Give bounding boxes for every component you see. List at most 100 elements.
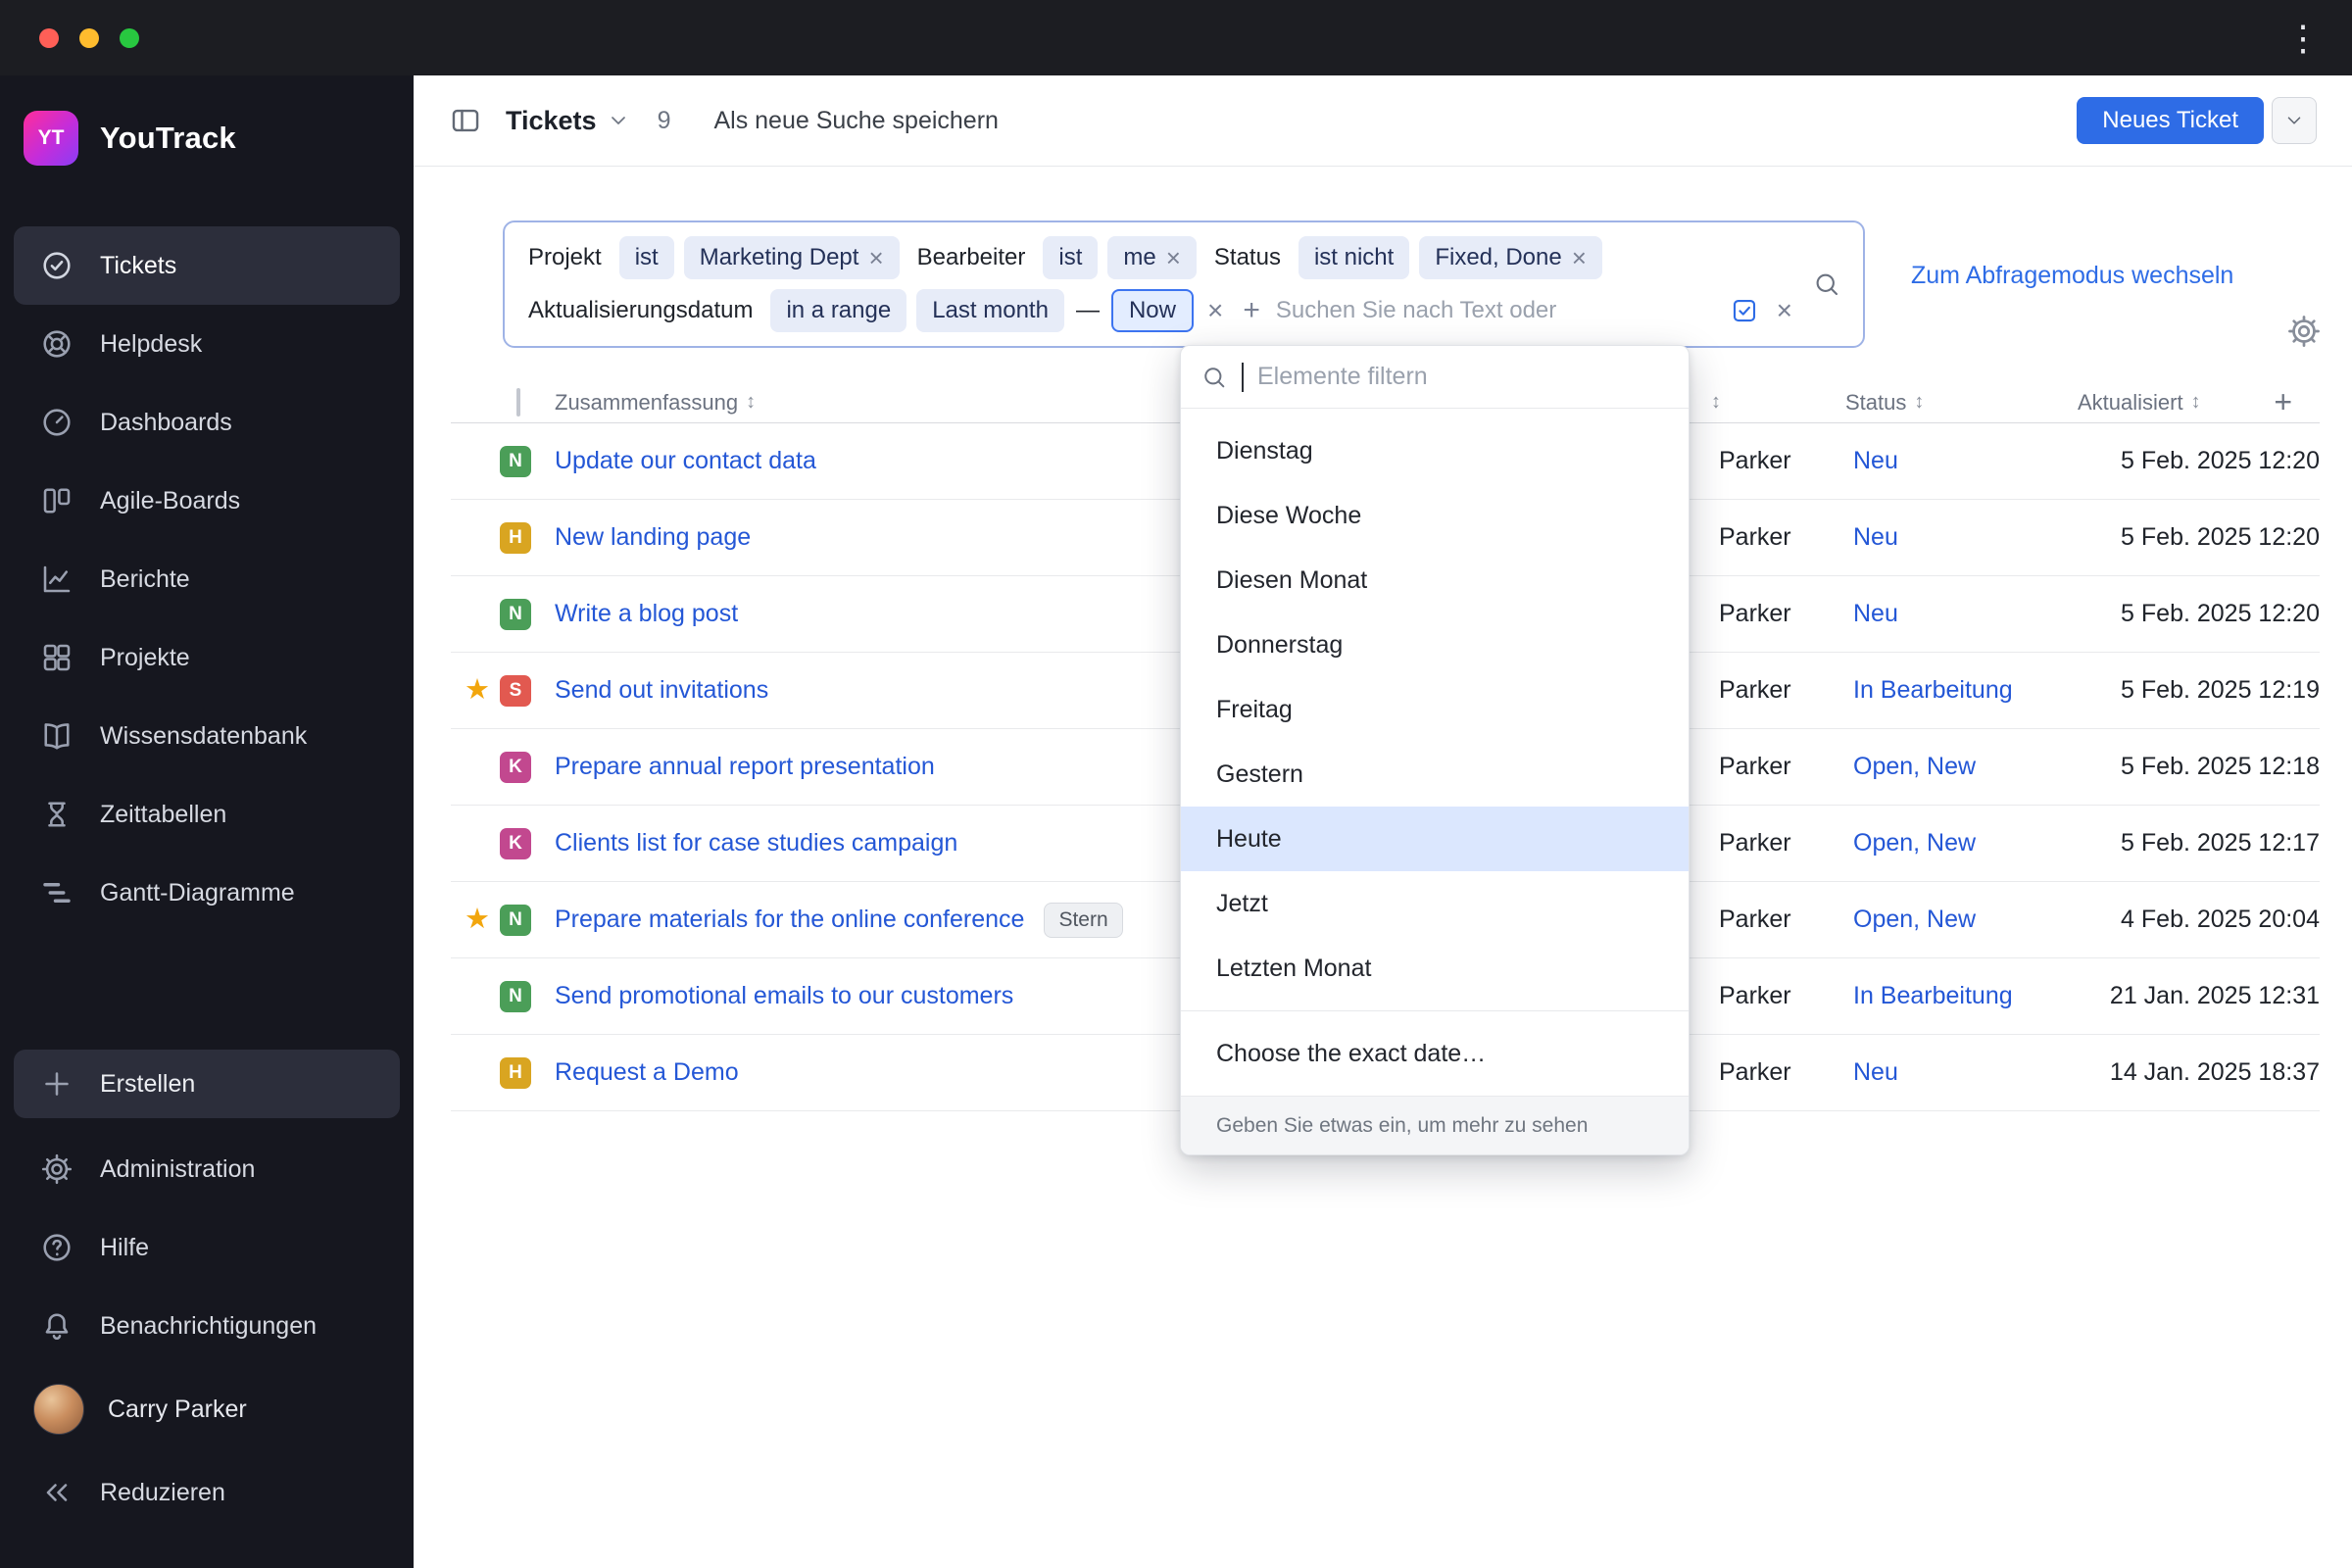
sidebar-item-dashboards[interactable]: Dashboards — [14, 383, 400, 462]
col-status[interactable]: Status — [1845, 390, 1906, 416]
dropdown-item[interactable]: Jetzt — [1181, 871, 1689, 936]
assignee[interactable]: Parker — [1711, 523, 1845, 552]
new-ticket-button[interactable]: Neues Ticket — [2077, 97, 2264, 144]
user-profile[interactable]: Carry Parker — [14, 1365, 400, 1453]
status-value[interactable]: Open, New — [1845, 829, 2078, 858]
star-icon[interactable]: ★ — [465, 676, 490, 705]
remove-token-icon[interactable]: × — [868, 245, 883, 270]
filter-range-from[interactable]: Last month — [916, 289, 1064, 332]
dropdown-item[interactable]: Donnerstag — [1181, 612, 1689, 677]
create-button[interactable]: Erstellen — [14, 1050, 400, 1118]
query-mode-link[interactable]: Zum Abfragemodus wechseln — [1911, 262, 2233, 290]
sidebar-item-berichte[interactable]: Berichte — [14, 540, 400, 618]
col-summary[interactable]: Zusammenfassung — [555, 390, 738, 416]
sort-icon[interactable]: ↕ — [1914, 391, 1924, 414]
filter-op[interactable]: ist nicht — [1298, 236, 1410, 279]
status-value[interactable]: Open, New — [1845, 753, 2078, 781]
apply-filter-icon[interactable] — [1730, 296, 1759, 325]
ticket-summary-link[interactable]: Clients list for case studies campaign — [555, 829, 957, 858]
sidebar-collapse[interactable]: Reduzieren — [14, 1453, 400, 1532]
sidebar-item-wissensdatenbank[interactable]: Wissensdatenbank — [14, 697, 400, 775]
sort-icon[interactable]: ↕ — [746, 391, 756, 414]
status-value[interactable]: Neu — [1845, 447, 2078, 475]
remove-token-icon[interactable]: × — [1572, 245, 1587, 270]
filter-op[interactable]: ist — [618, 236, 674, 279]
assignee[interactable]: Parker — [1711, 676, 1845, 705]
star-icon[interactable]: ★ — [465, 906, 490, 934]
status-value[interactable]: Neu — [1845, 600, 2078, 628]
dropdown-item[interactable]: Letzten Monat — [1181, 936, 1689, 1001]
sidebar-item-administration[interactable]: Administration — [14, 1130, 400, 1208]
assignee[interactable]: Parker — [1711, 447, 1845, 475]
dropdown-item-selected[interactable]: Heute — [1181, 807, 1689, 871]
filter-attr[interactable]: Status — [1206, 244, 1289, 271]
close-window-button[interactable] — [39, 27, 59, 48]
ticket-summary-link[interactable]: Update our contact data — [555, 447, 816, 475]
filter-value[interactable]: Fixed, Done × — [1419, 236, 1602, 279]
filter-value[interactable]: me × — [1107, 236, 1197, 279]
assignee[interactable]: Parker — [1711, 1058, 1845, 1087]
dropdown-item[interactable]: Freitag — [1181, 677, 1689, 742]
dropdown-item[interactable]: Diesen Monat — [1181, 548, 1689, 612]
sidebar-item-hilfe[interactable]: Hilfe — [14, 1208, 400, 1287]
col-updated[interactable]: Aktualisiert — [2078, 390, 2183, 416]
assignee[interactable]: Parker — [1711, 829, 1845, 858]
filter-attr[interactable]: Projekt — [520, 244, 610, 271]
sidebar-item-zeittabellen[interactable]: Zeittabellen — [14, 775, 400, 854]
window-menu-icon[interactable]: ⋮ — [2285, 20, 2321, 56]
assignee[interactable]: Parker — [1711, 982, 1845, 1010]
dropdown-filter-input[interactable] — [1257, 363, 1669, 391]
sort-icon[interactable]: ↕ — [1711, 391, 1721, 414]
dropdown-item[interactable]: Diese Woche — [1181, 483, 1689, 548]
filter-attr[interactable]: Bearbeiter — [909, 244, 1034, 271]
filter-range-to[interactable]: Now — [1110, 289, 1194, 332]
status-value[interactable]: Neu — [1845, 1058, 2078, 1087]
add-column-icon[interactable]: + — [2274, 384, 2292, 420]
add-filter-icon[interactable]: + — [1237, 294, 1266, 327]
ticket-summary-link[interactable]: Send promotional emails to our customers — [555, 982, 1013, 1010]
status-value[interactable]: Neu — [1845, 523, 2078, 552]
ticket-summary-link[interactable]: Request a Demo — [555, 1058, 739, 1087]
sidebar-item-agile-boards[interactable]: Agile-Boards — [14, 462, 400, 540]
assignee[interactable]: Parker — [1711, 600, 1845, 628]
ticket-summary-link[interactable]: New landing page — [555, 523, 751, 552]
ticket-summary-link[interactable]: Prepare materials for the online confere… — [555, 906, 1024, 934]
sort-icon[interactable]: ↕ — [2191, 391, 2201, 414]
sidebar-item-label: Hilfe — [100, 1233, 150, 1261]
panel-toggle-icon[interactable] — [449, 104, 482, 137]
select-all-checkbox[interactable] — [516, 387, 520, 416]
remove-range-icon[interactable]: × — [1203, 295, 1227, 326]
ticket-summary-link[interactable]: Prepare annual report presentation — [555, 753, 935, 781]
dropdown-item[interactable]: Dienstag — [1181, 418, 1689, 483]
settings-gear-icon[interactable] — [2285, 313, 2323, 350]
new-ticket-dropdown-button[interactable] — [2272, 97, 2317, 144]
filter-value[interactable]: Marketing Dept × — [683, 236, 900, 279]
ticket-tag[interactable]: Stern — [1044, 902, 1123, 938]
dropdown-item[interactable]: Gestern — [1181, 742, 1689, 807]
remove-token-icon[interactable]: × — [1166, 245, 1181, 270]
save-search-link[interactable]: Als neue Suche speichern — [713, 107, 998, 135]
sidebar-item-projekte[interactable]: Projekte — [14, 618, 400, 697]
choose-exact-date[interactable]: Choose the exact date… — [1181, 1021, 1689, 1086]
ticket-summary-link[interactable]: Send out invitations — [555, 676, 768, 705]
sidebar-item-tickets[interactable]: Tickets — [14, 226, 400, 305]
ticket-summary-link[interactable]: Write a blog post — [555, 600, 738, 628]
minimize-window-button[interactable] — [79, 27, 99, 48]
clear-filter-icon[interactable]: × — [1769, 295, 1794, 326]
filter-text-input[interactable] — [1275, 297, 1720, 324]
status-value[interactable]: In Bearbeitung — [1845, 982, 2078, 1010]
zoom-window-button[interactable] — [120, 27, 139, 48]
status-value[interactable]: In Bearbeitung — [1845, 676, 2078, 705]
sidebar-item-benachrichtigungen[interactable]: Benachrichtigungen — [14, 1287, 400, 1365]
chevron-down-icon[interactable] — [607, 109, 630, 132]
filter-op[interactable]: ist — [1043, 236, 1099, 279]
sidebar-item-helpdesk[interactable]: Helpdesk — [14, 305, 400, 383]
filter-attr[interactable]: Aktualisierungsdatum — [520, 297, 760, 324]
assignee[interactable]: Parker — [1711, 906, 1845, 934]
assignee[interactable]: Parker — [1711, 753, 1845, 781]
sidebar-item-gantt[interactable]: Gantt-Diagramme — [14, 854, 400, 932]
filter-op[interactable]: in a range — [770, 289, 907, 332]
page-title[interactable]: Tickets — [506, 106, 597, 136]
search-icon[interactable] — [1812, 270, 1841, 299]
status-value[interactable]: Open, New — [1845, 906, 2078, 934]
